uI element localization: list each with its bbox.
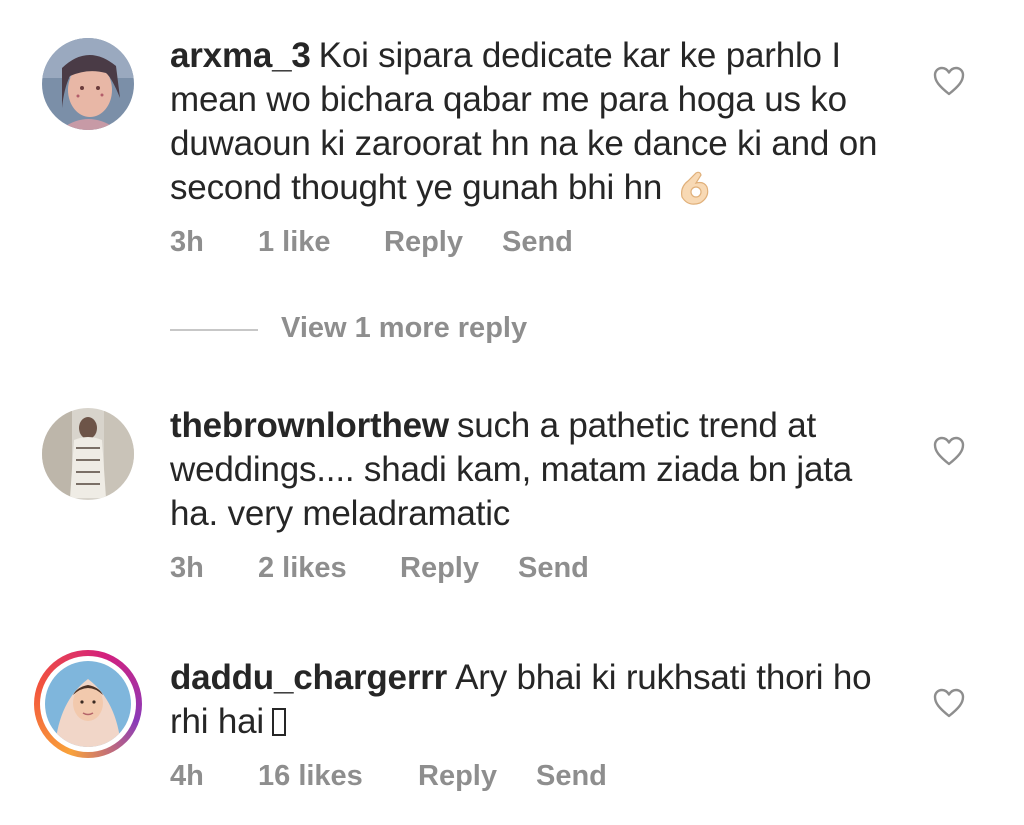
comment-text: arxma_3 Koi sipara dedicate kar ke parhlo… — [170, 34, 900, 210]
reply-button[interactable]: Reply — [384, 226, 463, 259]
send-button[interactable]: Send — [518, 552, 589, 585]
ok-hand-emoji-icon — [674, 167, 714, 207]
send-button[interactable]: Send — [502, 226, 573, 259]
username[interactable]: thebrownlorthew — [170, 406, 449, 445]
heart-outline-icon[interactable] — [933, 436, 965, 466]
comment-time: 3h — [170, 552, 204, 584]
avatar-story-ring[interactable] — [34, 650, 142, 758]
username[interactable]: daddu_chargerrr — [170, 658, 447, 697]
reply-button[interactable]: Reply — [418, 760, 497, 793]
divider-line — [170, 329, 258, 331]
likes-count[interactable]: 16 likes — [258, 760, 363, 793]
avatar[interactable] — [42, 38, 134, 130]
view-more-label[interactable]: View 1 more reply — [281, 312, 527, 345]
comment-time: 4h — [170, 760, 204, 792]
missing-glyph-icon — [271, 708, 286, 736]
avatar[interactable] — [42, 408, 134, 500]
reply-button[interactable]: Reply — [400, 552, 479, 585]
likes-count[interactable]: 1 like — [258, 226, 331, 259]
view-more-replies[interactable]: View 1 more reply — [170, 312, 570, 352]
story-ring-gap — [40, 656, 136, 752]
comment-text: thebrownlorthew such a pathetic trend at … — [170, 404, 900, 536]
send-button[interactable]: Send — [536, 760, 607, 793]
heart-outline-icon[interactable] — [933, 688, 965, 718]
avatar — [45, 661, 131, 747]
heart-outline-icon[interactable] — [933, 66, 965, 96]
comment-text: daddu_chargerrr Ary bhai ki rukhsati thor… — [170, 656, 900, 744]
username[interactable]: arxma_3 — [170, 36, 311, 75]
likes-count[interactable]: 2 likes — [258, 552, 347, 585]
comment-time: 3h — [170, 226, 204, 258]
